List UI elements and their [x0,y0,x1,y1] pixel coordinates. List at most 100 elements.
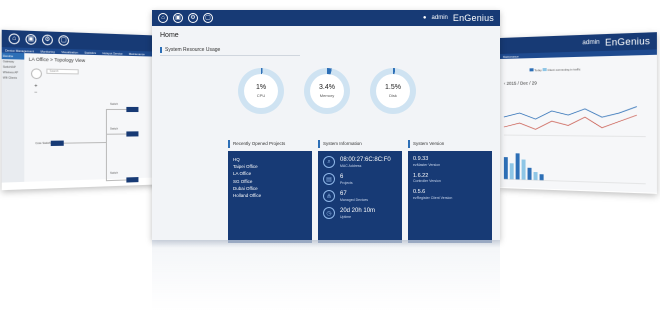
topology-window: ⌂ ▣ ⚙ ▢ Device Management Monitoring Vis… [1,29,171,191]
version-card-title: System Version [408,140,492,148]
link-line [105,108,107,182]
lock-icon[interactable]: ▢ [58,35,70,46]
info-row: ⋔ 67 Managed Devices [323,190,397,202]
chart-axis [504,135,646,137]
map-icon[interactable]: ▣ [25,33,37,45]
info-value: 08:00:27:6C:8C:F0 [340,156,391,163]
summary-cards: Recently Opened Projects HQ Taipei Offic… [228,140,492,243]
chart-legend: Today Client connecting in traffic [529,67,581,73]
info-value: 20d 20h 10m [340,207,376,214]
user-icon[interactable]: ● [423,15,427,21]
link-line [105,133,127,135]
uptime-icon: ◷ [323,207,335,219]
chart-bar [527,167,532,181]
pan-control-icon[interactable] [30,68,43,80]
version-label: ezMaster Version [413,162,441,167]
left-sidebar: Device Gateway Switch/AP Wireless AP Wif… [1,52,25,183]
projects-card-title: Recently Opened Projects [228,140,312,148]
info-value: 6 [340,173,344,180]
screenshot-stage: ⌂ ▣ ⚙ ▢ Device Management Monitoring Vis… [0,0,660,327]
info-row: ◷ 20d 20h 10m Uptime [323,207,397,219]
gauge-label: Disk [389,93,397,98]
info-row: ▤ 6 Projects [323,173,397,185]
home-icon[interactable]: ⌂ [158,13,168,23]
projects-card-wrap: Recently Opened Projects HQ Taipei Offic… [228,140,312,243]
legend-label: Client connecting in traffic [547,67,581,73]
disk-gauge: 1.5% Disk [370,68,416,114]
window-reflection [152,240,500,310]
projects-card: HQ Taipei Office LA Office SG Office Dub… [228,151,312,243]
link-line [105,108,127,110]
gauge-center: 1% CPU [244,74,278,108]
node-label: Switch [110,127,118,131]
statistics-window: admin EnGenius Maintenance Today Client … [500,32,657,194]
gauge-center: 3.4% Memory [310,74,344,108]
settings-icon[interactable]: ⚙ [42,34,53,46]
mac-icon: ⌕ [323,156,335,168]
client-line [504,115,637,130]
project-link[interactable]: Dubai Office [233,185,307,192]
version-card-wrap: System Version 0.9.33 ezMaster Version 1… [408,140,492,243]
project-link[interactable]: LA Office [233,170,307,177]
node-label: Core Switch [35,141,51,146]
info-label: Projects [340,180,353,185]
cpu-gauge: 1% CPU [238,68,284,114]
resource-section-title: System Resource Usage [160,47,492,53]
page-title: Home [160,32,179,39]
zoom-out-icon[interactable]: − [34,90,37,96]
topology-node[interactable] [126,106,139,113]
section-divider [160,55,300,56]
topology-node[interactable] [126,131,139,137]
resource-donuts: 1% CPU 3.4% Memory 1.5% Disk [238,68,416,114]
version-card: 0.9.33 ezMaster Version 1.6.22 Controlle… [408,151,492,243]
main-brand: ● admin EnGenius [423,13,494,23]
sidebar-item[interactable]: Wifi Clients [2,75,25,81]
topology-node[interactable] [50,140,64,147]
link-line [63,141,106,144]
project-link[interactable]: Holland Office [233,192,307,199]
info-row: ⌕ 08:00:27:6C:8C:F0 MAC Address [323,156,397,168]
settings-icon[interactable]: ⚙ [188,13,198,23]
gauge-value: 1% [255,84,267,91]
project-link[interactable]: HQ [233,156,307,163]
node-label: Switch [110,102,118,106]
version-label: Controller Version [413,179,441,183]
main-content: Home System Resource Usage 1% CPU 3.4% M… [152,26,500,243]
engenius-logo: EnGenius [605,35,651,48]
home-window: ⌂ ▣ ⚙ ▢ ● admin EnGenius Home System Res… [152,10,500,243]
right-body: Today Client connecting in traffic ‹ 201… [500,54,657,193]
legend-label: Today [534,68,542,73]
node-label: Switch [110,171,118,175]
project-link[interactable]: SG Office [233,178,307,185]
home-icon[interactable]: ⌂ [8,33,20,45]
info-card-title: System Information [318,140,402,148]
main-topbar: ⌂ ▣ ⚙ ▢ ● admin EnGenius [152,10,500,26]
info-label: Uptime [340,214,352,219]
chart-bar [503,157,508,180]
memory-gauge: 3.4% Memory [304,68,350,114]
chart-bar [515,153,520,180]
chart-axis [504,179,646,184]
user-menu[interactable]: admin [582,40,599,47]
date-label: 2015 / Dec / 29 [506,80,537,86]
info-card-wrap: System Information ⌕ 08:00:27:6C:8C:F0 MA… [318,140,402,243]
user-menu[interactable]: admin [432,15,448,21]
info-label: Managed Devices [340,197,369,202]
topology-node[interactable] [126,177,139,183]
topology-title: LA Office > Topology View [28,56,86,64]
gauge-label: Memory [319,93,335,98]
gauge-center: 1.5% Disk [376,74,410,108]
engenius-logo: EnGenius [452,13,494,23]
chart-bar [533,171,538,181]
gauge-label: CPU [256,93,266,98]
chart-bar [539,174,544,181]
chart-bar [509,163,514,180]
topology-search-input[interactable]: Search [46,68,79,75]
info-value: 67 [340,190,347,197]
map-icon[interactable]: ▣ [173,13,183,23]
project-link[interactable]: Taipei Office [233,163,307,170]
lock-icon[interactable]: ▢ [203,13,213,23]
gauge-value: 1.5% [385,84,401,91]
gauge-value: 3.4% [319,84,335,91]
date-selector[interactable]: ‹ 2015 / Dec / 29 [504,80,537,86]
